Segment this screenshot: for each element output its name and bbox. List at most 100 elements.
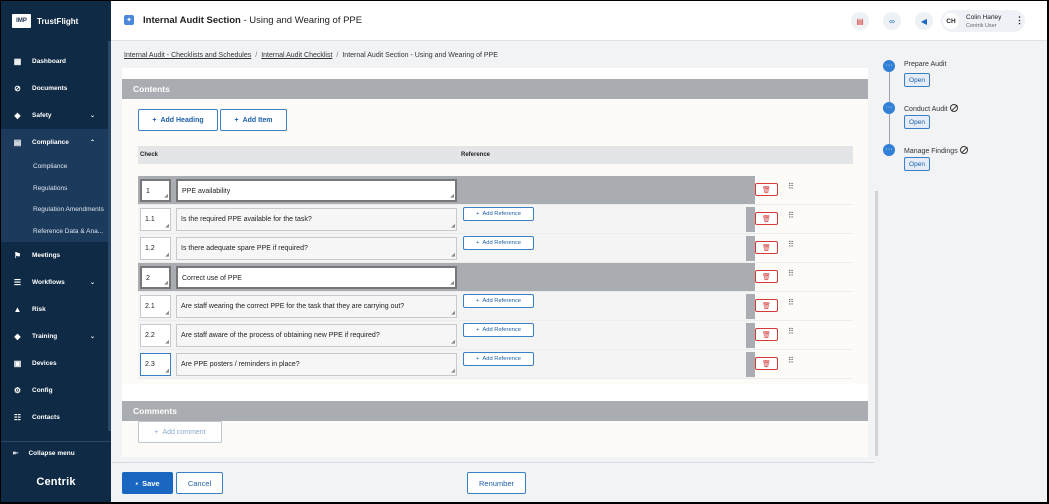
sidebar-item-dashboard[interactable]: ▦ Dashboard <box>1 48 111 75</box>
resize-grip-icon[interactable]: ◢ <box>451 311 455 316</box>
row-number-input[interactable]: 1 ◢ <box>140 179 171 202</box>
collapse-menu-label: Collapse menu <box>28 449 75 457</box>
dashboard-icon: ▦ <box>13 57 22 66</box>
add-reference-button[interactable]: + Add Reference <box>463 352 534 366</box>
row-text-input[interactable]: Correct use of PPE ◢ <box>176 266 457 289</box>
page-title: Internal Audit Section - Using and Weari… <box>143 15 362 26</box>
collapse-menu-button[interactable]: ⇤ Collapse menu <box>1 441 111 464</box>
sidebar-item-meetings[interactable]: ⚑ Meetings <box>1 242 111 269</box>
resize-grip-icon[interactable]: ◢ <box>451 253 455 258</box>
contacts-icon: ☷ <box>13 413 22 422</box>
add-reference-button[interactable]: + Add Reference <box>463 207 534 221</box>
delete-button[interactable]: 🗑︎ <box>755 328 778 341</box>
drag-handle-icon[interactable]: ⠿ <box>788 212 794 220</box>
sidebar-subitem-reference-data[interactable]: Reference Data & Ana... <box>1 220 111 242</box>
sidebar-scrollbar[interactable] <box>108 41 111 431</box>
shield-icon: ◈ <box>14 111 21 120</box>
resize-grip-icon[interactable]: ◢ <box>450 194 454 199</box>
resize-grip-icon[interactable]: ◢ <box>451 224 455 229</box>
sidebar-subitem-compliance[interactable]: Compliance <box>1 156 111 178</box>
add-reference-button[interactable]: + Add Reference <box>463 294 534 308</box>
add-item-button[interactable]: + Add Item <box>220 109 287 131</box>
drag-handle-icon[interactable]: ⠿ <box>788 328 794 336</box>
megaphone-icon[interactable]: ◀ <box>915 12 933 30</box>
save-button[interactable]: ▪ Save <box>122 472 173 494</box>
delete-button[interactable]: 🗑︎ <box>755 183 778 196</box>
main-scrollbar[interactable] <box>875 191 878 456</box>
row-number-input[interactable]: 2 ◢ <box>140 266 171 289</box>
meetings-icon: ⚑ <box>13 251 22 260</box>
heading-row: 1 ◢ PPE availability ◢ 🗑︎ ⠿ <box>138 176 853 205</box>
brand[interactable]: IMP TrustFlight <box>1 1 111 41</box>
more-vertical-icon[interactable]: ⋮ <box>1015 15 1024 26</box>
sidebar-subitem-regulations[interactable]: Regulations <box>1 177 111 199</box>
row-number-input[interactable]: 2.2 ◢ <box>140 324 171 347</box>
document-icon[interactable]: ▤ <box>851 12 869 30</box>
add-heading-button[interactable]: + Add Heading <box>138 109 218 131</box>
resize-grip-icon[interactable]: ◢ <box>165 311 169 316</box>
resize-grip-icon[interactable]: ◢ <box>165 224 169 229</box>
sidebar-item-compliance[interactable]: ▤ Compliance ⌃ <box>1 129 111 156</box>
renumber-button[interactable]: Renumber <box>467 472 526 494</box>
sidebar-item-config[interactable]: ⚙ Config <box>1 377 111 404</box>
sidebar-item-risk[interactable]: ▲ Risk <box>1 296 111 323</box>
row-text-input[interactable]: Are staff wearing the correct PPE for th… <box>176 295 457 318</box>
row-text-input[interactable]: Are PPE posters / reminders in place? ◢ <box>176 353 457 376</box>
breadcrumb-link-checklist[interactable]: Internal Audit Checklist <box>261 52 332 59</box>
resize-grip-icon[interactable]: ◢ <box>450 281 454 286</box>
trash-icon: 🗑︎ <box>762 302 771 310</box>
delete-button[interactable]: 🗑︎ <box>755 270 778 283</box>
link-icon[interactable]: ∞ <box>883 12 901 30</box>
header: ✦ Internal Audit Section - Using and Wea… <box>111 1 1047 41</box>
step-open-button[interactable]: Open <box>904 157 930 171</box>
resize-grip-icon[interactable]: ◢ <box>164 194 168 199</box>
drag-handle-icon[interactable]: ⠿ <box>788 299 794 307</box>
row-number-input[interactable]: 1.1 ◢ <box>140 208 171 231</box>
comments-section: Comments + Add comment <box>122 401 868 457</box>
step-open-button[interactable]: Open <box>904 73 930 87</box>
row-number-input[interactable]: 2.3 ◢ <box>140 353 171 376</box>
resize-grip-icon[interactable]: ◢ <box>451 369 455 374</box>
sidebar-item-contacts[interactable]: ☷ Contacts <box>1 404 111 431</box>
table-row: 2.2 ◢ Are staff aware of the process of ob… <box>138 321 853 350</box>
sidebar-item-devices[interactable]: ▣ Devices <box>1 350 111 377</box>
resize-grip-icon[interactable]: ◢ <box>164 281 168 286</box>
step-label: Conduct Audit <box>904 103 958 113</box>
sidebar-item-training[interactable]: ◆ Training ⌄ <box>1 323 111 350</box>
brand-logo: IMP <box>12 14 31 28</box>
add-reference-button[interactable]: + Add Reference <box>463 236 534 250</box>
delete-button[interactable]: 🗑︎ <box>755 212 778 225</box>
step-open-button[interactable]: Open <box>904 115 930 129</box>
resize-grip-icon[interactable]: ◢ <box>165 340 169 345</box>
drag-handle-icon[interactable]: ⠿ <box>788 183 794 191</box>
sidebar-item-documents[interactable]: ⊘ Documents <box>1 75 111 102</box>
row-text-input[interactable]: PPE availability ◢ <box>176 179 457 202</box>
drag-handle-icon[interactable]: ⠿ <box>788 270 794 278</box>
cancel-button[interactable]: Cancel <box>176 472 223 494</box>
step-label-text: Prepare Audit <box>904 61 947 68</box>
row-text-input[interactable]: Is there adequate spare PPE if required?… <box>176 237 457 260</box>
resize-grip-icon[interactable]: ◢ <box>165 369 169 374</box>
chevron-down-icon: ⌄ <box>89 280 95 286</box>
user-name: Colin Harley <box>966 14 1002 21</box>
delete-button[interactable]: 🗑︎ <box>755 299 778 312</box>
user-menu[interactable]: CH Colin Harley Centrik User ⋮ <box>941 10 1025 32</box>
add-comment-button[interactable]: + Add comment <box>138 421 222 443</box>
delete-button[interactable]: 🗑︎ <box>755 357 778 370</box>
sidebar-item-safety[interactable]: ◈ Safety ⌄ <box>1 102 111 129</box>
breadcrumb-link-checklists[interactable]: Internal Audit - Checklists and Schedule… <box>124 52 251 59</box>
sidebar-item-workflows[interactable]: ☰ Workflows ⌄ <box>1 269 111 296</box>
drag-handle-icon[interactable]: ⠿ <box>788 357 794 365</box>
drag-handle-icon[interactable]: ⠿ <box>788 241 794 249</box>
sidebar-nav: ▦ Dashboard ⊘ Documents ◈ Safety ⌄ ▤ Com… <box>1 48 111 431</box>
row-number-input[interactable]: 1.2 ◢ <box>140 237 171 260</box>
sidebar-subitem-regulation-amendments[interactable]: Regulation Amendments <box>1 199 111 221</box>
row-text-input[interactable]: Are staff aware of the process of obtain… <box>176 324 457 347</box>
row-text-input[interactable]: Is the required PPE available for the ta… <box>176 208 457 231</box>
row-number-input[interactable]: 2.1 ◢ <box>140 295 171 318</box>
add-reference-button[interactable]: + Add Reference <box>463 323 534 337</box>
delete-button[interactable]: 🗑︎ <box>755 241 778 254</box>
sidebar-item-label: Training <box>32 333 58 340</box>
resize-grip-icon[interactable]: ◢ <box>451 340 455 345</box>
resize-grip-icon[interactable]: ◢ <box>165 253 169 258</box>
